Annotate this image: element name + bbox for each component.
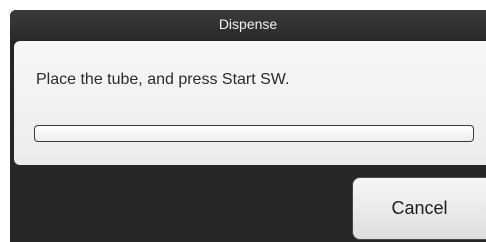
dialog-titlebar: Dispense bbox=[10, 10, 486, 40]
dialog-title: Dispense bbox=[218, 16, 278, 32]
cancel-button[interactable]: Cancel bbox=[352, 177, 486, 240]
progress-bar bbox=[34, 125, 474, 142]
message-panel: Place the tube, and press Start SW. bbox=[14, 41, 486, 165]
instruction-message: Place the tube, and press Start SW. bbox=[36, 71, 290, 88]
dispense-dialog: Dispense Place the tube, and press Start… bbox=[10, 10, 486, 242]
